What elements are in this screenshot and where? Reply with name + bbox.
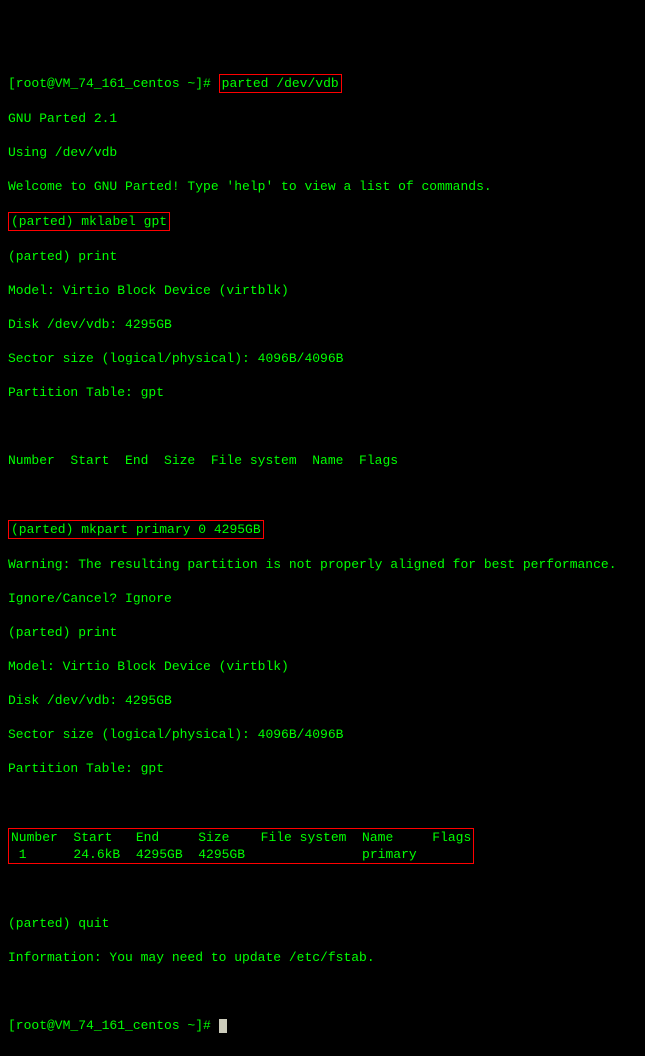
cmd-print2: print	[78, 625, 117, 640]
parted-quit-line: (parted) quit	[8, 915, 637, 932]
info2-sector: Sector size (logical/physical): 4096B/40…	[8, 726, 637, 743]
cmd-mklabel-hl: (parted) mklabel gpt	[8, 212, 170, 231]
banner-line-1: GNU Parted 2.1	[8, 110, 637, 127]
parted-print2-line: (parted) print	[8, 624, 637, 641]
info1-disk: Disk /dev/vdb: 4295GB	[8, 316, 637, 333]
parted-mklabel-line: (parted) mklabel gpt	[8, 212, 637, 231]
info1-ptable: Partition Table: gpt	[8, 384, 637, 401]
cursor-icon	[219, 1019, 227, 1033]
info2-model: Model: Virtio Block Device (virtblk)	[8, 658, 637, 675]
table2-row: 1 24.6kB 4295GB 4295GB primary	[11, 847, 417, 862]
table2-hl: Number Start End Size File system Name F…	[8, 828, 474, 864]
info1-model: Model: Virtio Block Device (virtblk)	[8, 282, 637, 299]
shell-prompt-line-2[interactable]: [root@VM_74_161_centos ~]#	[8, 1017, 637, 1034]
warn-line-1: Warning: The resulting partition is not …	[8, 556, 637, 573]
info2-ptable: Partition Table: gpt	[8, 760, 637, 777]
info2-disk: Disk /dev/vdb: 4295GB	[8, 692, 637, 709]
shell-prompt-line-1: [root@VM_74_161_centos ~]# parted /dev/v…	[8, 74, 637, 93]
banner-line-3: Welcome to GNU Parted! Type 'help' to vi…	[8, 178, 637, 195]
parted-prompt: (parted)	[11, 522, 73, 537]
info-quit: Information: You may need to update /etc…	[8, 949, 637, 966]
blank-5	[8, 983, 637, 1000]
table2-header: Number Start End Size File system Name F…	[11, 830, 471, 845]
warn-line-2: Ignore/Cancel? Ignore	[8, 590, 637, 607]
blank-1	[8, 418, 637, 435]
blank-3	[8, 794, 637, 811]
info1-sector: Sector size (logical/physical): 4096B/40…	[8, 350, 637, 367]
parted-print1-line: (parted) print	[8, 248, 637, 265]
blank-2	[8, 486, 637, 503]
table1-header: Number Start End Size File system Name F…	[8, 452, 637, 469]
cmd-mklabel: mklabel gpt	[81, 214, 167, 229]
parted-mkpart-line: (parted) mkpart primary 0 4295GB	[8, 520, 637, 539]
parted-prompt: (parted)	[11, 214, 73, 229]
cmd-mkpart: mkpart primary 0 4295GB	[81, 522, 260, 537]
cmd-mkpart-hl: (parted) mkpart primary 0 4295GB	[8, 520, 264, 539]
banner-line-2: Using /dev/vdb	[8, 144, 637, 161]
blank-4	[8, 881, 637, 898]
parted-prompt: (parted)	[8, 916, 70, 931]
shell-prompt: [root@VM_74_161_centos ~]#	[8, 1018, 211, 1033]
cmd-quit: quit	[78, 916, 109, 931]
table2-block: Number Start End Size File system Name F…	[8, 828, 637, 864]
cmd-parted: parted /dev/vdb	[219, 74, 342, 93]
shell-prompt: [root@VM_74_161_centos ~]#	[8, 76, 211, 91]
parted-prompt: (parted)	[8, 625, 70, 640]
parted-prompt: (parted)	[8, 249, 70, 264]
cmd-print1: print	[78, 249, 117, 264]
